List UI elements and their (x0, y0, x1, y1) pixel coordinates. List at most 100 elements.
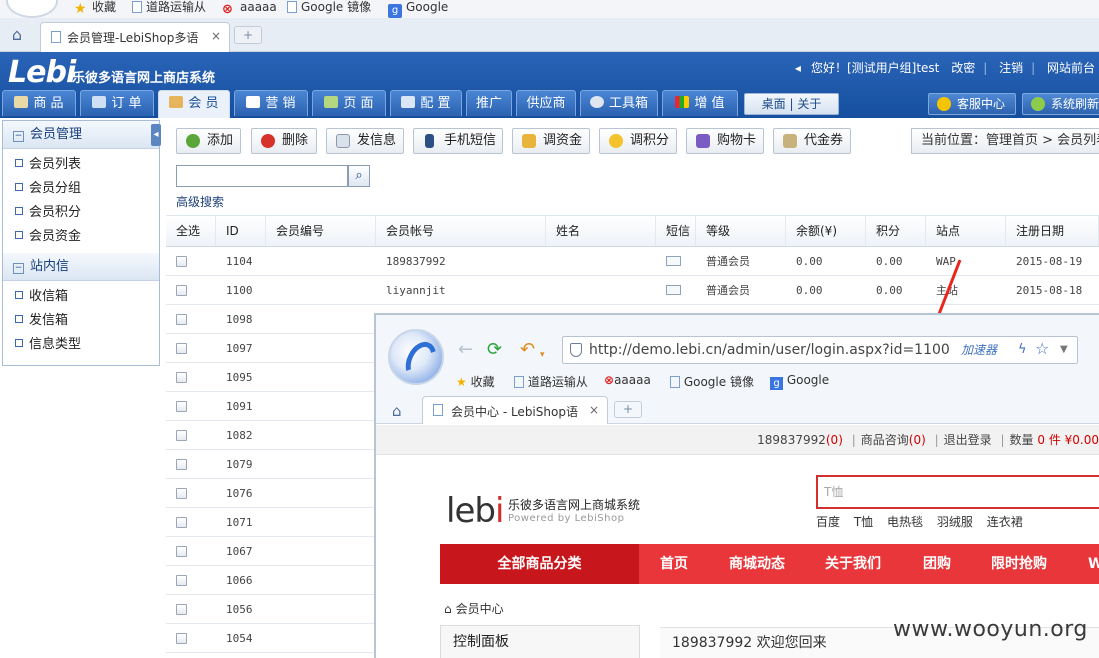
sidebar-item-inbox[interactable]: 收信箱 (15, 285, 159, 309)
sidebar-item-message-types[interactable]: 信息类型 (15, 333, 159, 357)
home-icon[interactable]: ⌂ (392, 402, 402, 420)
collapse-icon[interactable]: − (13, 263, 24, 274)
shop-logout-link[interactable]: 退出登录 (944, 433, 992, 447)
shop-nav-home[interactable]: 首页 (660, 544, 688, 584)
row-checkbox[interactable] (176, 575, 187, 586)
shop-nav-more[interactable]: W (1088, 544, 1099, 584)
nav-tab-supplier[interactable]: 供应商 (516, 90, 576, 116)
nav-tab-promotion[interactable]: 推广 (466, 90, 512, 116)
row-checkbox[interactable] (176, 604, 187, 615)
sidebar-group-messages[interactable]: − 站内信 (3, 253, 159, 281)
adjust-funds-button[interactable]: 调资金 (512, 128, 590, 154)
row-checkbox[interactable] (176, 633, 187, 644)
bookmark-google-mirror[interactable]: Google 镜像 (670, 373, 754, 390)
sidebar-item-member-groups[interactable]: 会员分组 (15, 177, 159, 201)
sidebar-item-member-funds[interactable]: 会员资金 (15, 225, 159, 249)
star-icon[interactable]: ☆ (1035, 337, 1049, 362)
mail-icon[interactable] (666, 256, 681, 266)
row-checkbox[interactable] (176, 314, 187, 325)
home-icon[interactable]: ⌂ (444, 602, 452, 616)
shop-nav-flash-sale[interactable]: 限时抢购 (991, 544, 1047, 584)
bookmark-road-transport[interactable]: 道路运输从 (132, 0, 206, 16)
row-checkbox[interactable] (176, 256, 187, 267)
nav-tab-orders[interactable]: 订 单 (80, 90, 154, 116)
product-inquiry-link[interactable]: 商品咨询 (861, 433, 909, 447)
shop-nav-group-buy[interactable]: 团购 (923, 544, 951, 584)
chevron-down-icon[interactable]: ▼ (1060, 337, 1068, 363)
shop-username[interactable]: 189837992 (757, 433, 826, 447)
hot-word[interactable]: 羽绒服 (937, 515, 973, 529)
new-tab-button[interactable]: + (234, 26, 262, 44)
service-center-button[interactable]: 客服中心 (928, 93, 1016, 115)
bookmark-aaaaa[interactable]: ⊗aaaaa (604, 373, 651, 387)
sms-button[interactable]: 手机短信 (413, 128, 503, 154)
nav-tab-config[interactable]: 配 置 (390, 90, 462, 116)
bookmark-aaaaa[interactable]: ⊗aaaaa (222, 0, 277, 17)
undo-icon[interactable]: ↶ (520, 341, 535, 359)
hot-word[interactable]: T恤 (854, 515, 873, 529)
hot-word[interactable]: 百度 (816, 515, 840, 529)
row-checkbox[interactable] (176, 546, 187, 557)
site-front-link[interactable]: 网站前台 (1047, 61, 1095, 75)
hot-word[interactable]: 电热毯 (887, 515, 923, 529)
logout-link[interactable]: 注销 (999, 61, 1023, 75)
address-bar[interactable]: http://demo.lebi.cn/admin/user/login.asp… (562, 336, 1078, 364)
close-icon[interactable]: × (589, 403, 599, 417)
home-icon[interactable]: ⌂ (8, 26, 26, 44)
adjust-points-button[interactable]: 调积分 (599, 128, 677, 154)
nav-tab-members[interactable]: 会 员 (158, 90, 230, 118)
new-tab-button[interactable]: + (614, 401, 642, 418)
nav-tab-pages[interactable]: 页 面 (312, 90, 386, 116)
browser-tab-active[interactable]: 会员管理-LebiShop多语 × (40, 22, 230, 52)
close-icon[interactable]: × (211, 29, 221, 43)
row-checkbox[interactable] (176, 517, 187, 528)
mail-icon[interactable] (666, 285, 681, 295)
accelerator-label[interactable]: 加速器 (961, 337, 997, 363)
search-icon[interactable]: ⌕ (348, 165, 370, 187)
control-panel-heading[interactable]: 控制面板 (440, 625, 640, 658)
row-checkbox[interactable] (176, 372, 187, 383)
gift-card-button[interactable]: 购物卡 (686, 128, 764, 154)
bookmark-favorites[interactable]: ★ 收藏 (456, 373, 495, 390)
advanced-search-link[interactable]: 高级搜索 (176, 193, 224, 210)
system-refresh-button[interactable]: 系统刷新 (1022, 93, 1099, 115)
all-categories-button[interactable]: 全部商品分类 (440, 544, 639, 584)
bookmark-google[interactable]: g Google (388, 0, 448, 18)
sidebar-item-outbox[interactable]: 发信箱 (15, 309, 159, 333)
nav-tab-marketing[interactable]: 营 销 (234, 90, 308, 116)
cart-summary[interactable]: 0 件 ¥0.00 (1037, 433, 1099, 447)
chevron-down-icon[interactable]: ▾ (540, 346, 545, 364)
overlay-tab-active[interactable]: 会员中心 - LebiShop语 × (422, 396, 608, 424)
shop-nav-news[interactable]: 商城动态 (729, 544, 785, 584)
bookmark-favorites[interactable]: ★ 收藏 (74, 0, 116, 16)
hot-word[interactable]: 连衣裙 (987, 515, 1023, 529)
nav-tab-value-added[interactable]: 增 值 (662, 90, 738, 116)
about-link[interactable]: 关于 (797, 97, 821, 111)
sidebar-group-members[interactable]: − 会员管理 ◂ (3, 121, 161, 149)
nav-tab-goods[interactable]: 商 品 (2, 90, 76, 116)
add-button[interactable]: 添加 (176, 128, 241, 154)
select-all-header[interactable]: 全选 (166, 216, 216, 246)
row-checkbox[interactable] (176, 488, 187, 499)
row-checkbox[interactable] (176, 430, 187, 441)
row-checkbox[interactable] (176, 401, 187, 412)
delete-button[interactable]: 删除 (251, 128, 317, 154)
bookmark-google-mirror[interactable]: Google 镜像 (287, 0, 371, 16)
desktop-link[interactable]: 桌面 (762, 97, 786, 111)
sidebar-item-member-list[interactable]: 会员列表 (15, 153, 159, 177)
collapse-icon[interactable]: − (13, 131, 24, 142)
row-checkbox[interactable] (176, 459, 187, 470)
bookmark-road-transport[interactable]: 道路运输从 (514, 373, 588, 390)
change-password-link[interactable]: 改密 (951, 61, 975, 75)
bolt-icon[interactable]: ϟ (1018, 337, 1027, 363)
row-checkbox[interactable] (176, 285, 187, 296)
refresh-icon[interactable]: ⟳ (487, 341, 502, 359)
shop-nav-about[interactable]: 关于我们 (825, 544, 881, 584)
bookmark-google[interactable]: g Google (770, 373, 829, 390)
row-checkbox[interactable] (176, 343, 187, 354)
back-icon[interactable]: ← (458, 341, 473, 359)
sidebar-toggle-icon[interactable]: ◂ (151, 124, 161, 146)
sidebar-item-member-points[interactable]: 会员积分 (15, 201, 159, 225)
nav-tab-toolbox[interactable]: 工具箱 (580, 90, 658, 116)
voucher-button[interactable]: 代金券 (773, 128, 851, 154)
